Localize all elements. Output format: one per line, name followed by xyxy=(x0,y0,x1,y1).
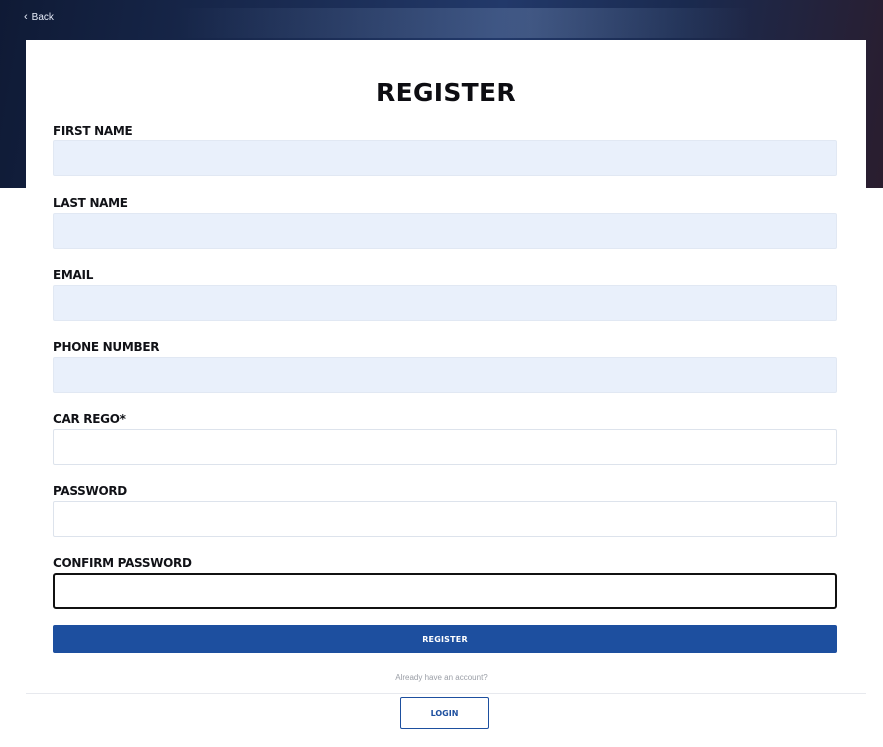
divider xyxy=(26,693,866,694)
car-rego-field[interactable] xyxy=(53,429,837,465)
email-field[interactable] xyxy=(53,285,837,321)
phone-number-field[interactable] xyxy=(53,357,837,393)
page-title: REGISTER xyxy=(376,78,516,107)
confirm-password-field[interactable] xyxy=(53,573,837,609)
confirm-password-label: CONFIRM PASSWORD xyxy=(53,556,192,570)
back-label: Back xyxy=(31,12,54,23)
password-label: PASSWORD xyxy=(53,484,127,498)
password-field[interactable] xyxy=(53,501,837,537)
register-button[interactable]: REGISTER xyxy=(53,625,837,653)
already-have-account-text: Already have an account? xyxy=(395,673,488,682)
chevron-left-icon: ‹ xyxy=(24,11,28,23)
email-label: EMAIL xyxy=(53,268,94,282)
first-name-field[interactable] xyxy=(53,140,837,176)
last-name-label: LAST NAME xyxy=(53,196,128,210)
back-link[interactable]: ‹ Back xyxy=(24,11,54,24)
car-rego-label: CAR REGO* xyxy=(53,412,126,426)
last-name-field[interactable] xyxy=(53,213,837,249)
phone-number-label: PHONE NUMBER xyxy=(53,340,160,354)
first-name-label: FIRST NAME xyxy=(53,124,133,138)
login-button[interactable]: LOGIN xyxy=(400,697,489,729)
register-card: REGISTER FIRST NAME LAST NAME EMAIL PHON… xyxy=(26,40,866,660)
